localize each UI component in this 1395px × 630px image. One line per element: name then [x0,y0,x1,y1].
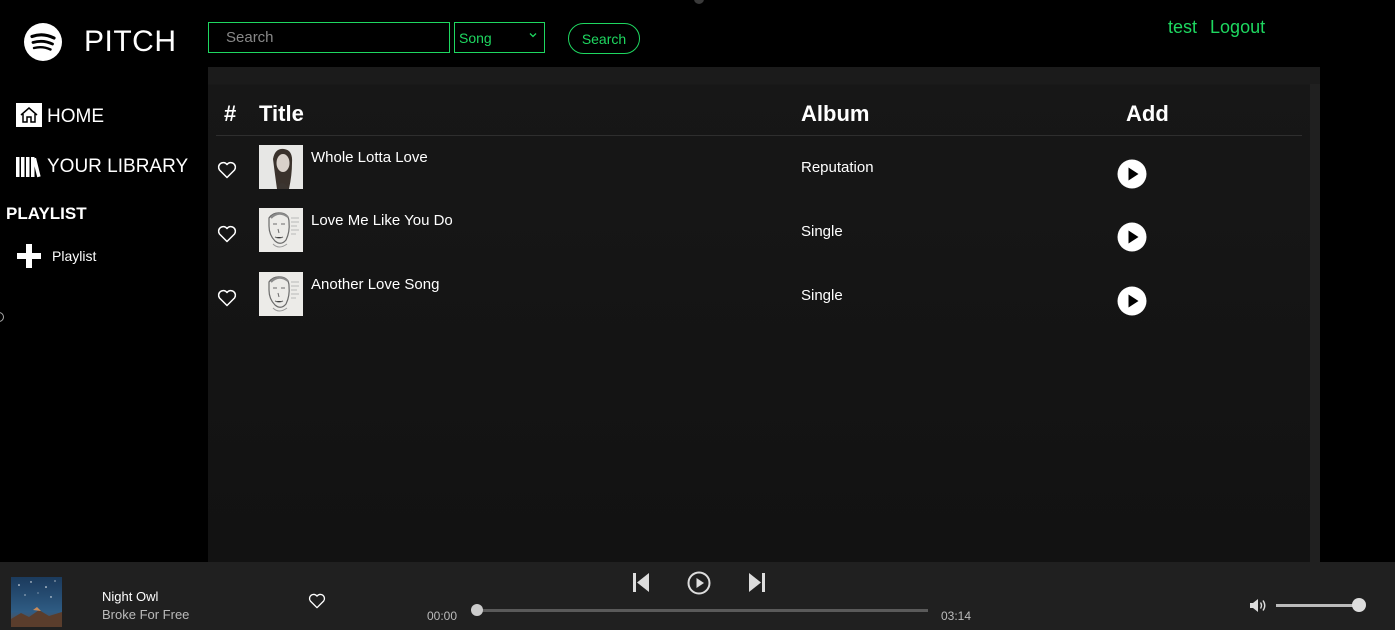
progress-slider[interactable] [471,604,928,616]
skip-next-icon[interactable] [748,572,766,593]
search-type-select[interactable]: Song [454,22,545,53]
album-thumbnail [259,208,303,252]
skip-previous-icon[interactable] [632,572,650,593]
main-panel [208,67,1320,562]
volume-icon[interactable] [1249,598,1267,613]
playlist-heading: PLAYLIST [6,204,87,223]
logout-link[interactable]: Logout [1210,17,1265,37]
app-root: PITCH Song Search test Logout HOME YOUR … [0,0,1395,630]
chevron-down-icon [529,33,537,38]
heart-icon[interactable] [217,161,237,179]
brand-name: PITCH [84,25,177,58]
heart-icon[interactable] [308,593,326,609]
play-circle-icon[interactable] [1117,222,1147,252]
add-playlist-button[interactable]: Playlist [16,243,96,269]
now-playing-title[interactable]: Night Owl [102,589,158,604]
sidebar-item-label: HOME [47,106,104,127]
song-title[interactable]: Another Love Song [311,276,439,293]
header-divider [216,135,1302,136]
logo-icon [24,23,62,61]
top-indicator [694,0,704,4]
song-album: Single [801,223,843,240]
column-header-number: # [224,101,237,126]
volume-handle[interactable] [1352,598,1366,612]
column-header-title: Title [259,101,304,126]
album-thumbnail [259,272,303,316]
column-header-album: Album [801,101,870,126]
main-panel-edge [1310,84,1320,562]
column-header-add: Add [1126,101,1169,126]
volume-slider[interactable] [1276,598,1366,612]
play-circle-icon[interactable] [1117,159,1147,189]
heart-icon[interactable] [217,289,237,307]
play-circle-icon[interactable] [1117,286,1147,316]
sidebar-item-home[interactable]: HOME [15,102,104,128]
user-area: test Logout [1168,17,1265,38]
home-icon [16,103,42,127]
progress-handle[interactable] [471,604,483,616]
song-album: Single [801,287,843,304]
plus-icon [17,244,41,268]
library-icon [16,157,41,178]
sidebar-item-library[interactable]: YOUR LIBRARY [15,156,188,178]
current-time: 00:00 [427,609,458,623]
volume-fill [1276,604,1359,607]
search-input[interactable] [208,22,450,53]
add-playlist-label: Playlist [52,248,97,264]
username-link[interactable]: test [1168,17,1197,37]
play-icon[interactable] [687,571,711,595]
heart-icon[interactable] [217,225,237,243]
album-thumbnail [259,145,303,189]
sidebar-item-label: YOUR LIBRARY [47,156,189,177]
song-title[interactable]: Love Me Like You Do [311,212,453,229]
scroll-indicator [0,312,4,322]
now-playing-cover [11,577,62,627]
search-button[interactable]: Search [568,23,640,54]
song-title[interactable]: Whole Lotta Love [311,149,428,166]
search-type-value: Song [459,29,492,46]
song-album: Reputation [801,159,874,176]
total-time: 03:14 [941,609,972,623]
now-playing-artist[interactable]: Broke For Free [102,607,189,622]
